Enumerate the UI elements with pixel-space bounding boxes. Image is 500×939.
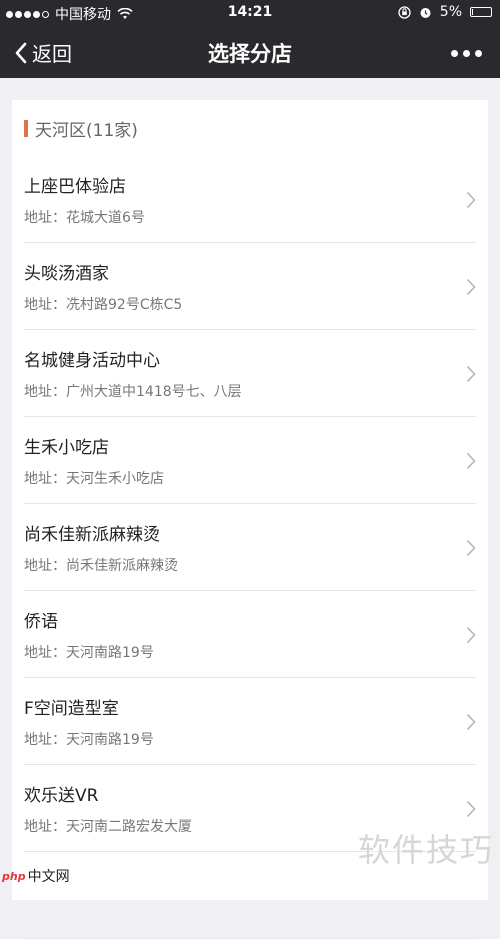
logo-text: 中文网 bbox=[27, 869, 70, 885]
chevron-right-icon bbox=[466, 278, 476, 296]
chevron-right-icon bbox=[466, 713, 476, 731]
chevron-right-icon bbox=[466, 365, 476, 383]
store-list-item[interactable]: 尚禾佳新派麻辣烫地址：尚禾佳新派麻辣烫 bbox=[12, 504, 488, 591]
store-address: 地址：尚禾佳新派麻辣烫 bbox=[24, 558, 178, 574]
store-address: 地址：花城大道6号 bbox=[24, 210, 145, 226]
section-accent-bar bbox=[24, 119, 28, 137]
battery-icon bbox=[470, 7, 492, 17]
store-name: 尚禾佳新派麻辣烫 bbox=[24, 525, 160, 545]
store-list-item[interactable]: 上座巴体验店地址：花城大道6号 bbox=[12, 156, 488, 243]
store-address: 地址：冼村路92号C栋C5 bbox=[24, 297, 183, 313]
store-name: F空间造型室 bbox=[24, 699, 119, 719]
status-right: 5% bbox=[398, 4, 492, 20]
logo-badge: php bbox=[2, 869, 26, 883]
section-title: 天河区(11家) bbox=[35, 120, 138, 141]
store-address: 地址：天河南二路宏发大厦 bbox=[24, 819, 192, 835]
section-header: 天河区(11家) bbox=[12, 100, 488, 156]
battery-percent: 5% bbox=[439, 4, 462, 20]
more-menu-button[interactable] bbox=[451, 50, 482, 57]
chevron-right-icon bbox=[466, 539, 476, 557]
site-logo: php 中文网 bbox=[2, 866, 70, 886]
store-list: 上座巴体验店 地址：花城大道6号 头啖汤酒家 地址：冼村路92号C栋C5 名城健身活动中… bbox=[12, 156, 488, 939]
store-name: 上座巴体验店 bbox=[24, 177, 126, 197]
page-title: 选择分店 bbox=[208, 42, 292, 66]
status-bar: 中国移动 14:21 5% bbox=[0, 0, 500, 26]
store-address: 地址：天河生禾小吃店 bbox=[24, 471, 164, 487]
nav-bar: 返回 选择分店 bbox=[0, 26, 500, 78]
store-list-item[interactable]: 侨语地址：天河南路19号 bbox=[12, 591, 488, 678]
store-address: 地址：天河南路19号 bbox=[24, 732, 154, 748]
store-list-card: 天河区(11家) 上座巴体验店地址：花城大道6号头啖汤酒家地址：冼村路92号C栋… bbox=[12, 100, 488, 939]
store-list-item[interactable]: 头啖汤酒家地址：冼村路92号C栋C5 bbox=[12, 243, 488, 330]
more-icon bbox=[451, 50, 458, 57]
store-address: 地址：广州大道中1418号七、八层 bbox=[24, 384, 242, 400]
store-address: 地址：天河南路19号 bbox=[24, 645, 154, 661]
store-list-item[interactable]: 生禾小吃店地址：天河生禾小吃店 bbox=[12, 417, 488, 504]
store-name: 头啖汤酒家 bbox=[24, 264, 109, 284]
store-name: 侨语 bbox=[24, 612, 58, 632]
chevron-right-icon bbox=[466, 800, 476, 818]
store-name: 欢乐送VR bbox=[24, 786, 99, 806]
chevron-right-icon bbox=[466, 626, 476, 644]
rotation-lock-icon bbox=[398, 5, 411, 19]
chevron-right-icon bbox=[466, 452, 476, 470]
store-list-item[interactable]: F空间造型室地址：天河南路19号 bbox=[12, 678, 488, 765]
store-list-item[interactable]: 名城健身活动中心地址：广州大道中1418号七、八层 bbox=[12, 330, 488, 417]
store-name: 名城健身活动中心 bbox=[24, 351, 160, 371]
alarm-icon bbox=[420, 7, 431, 18]
watermark-text: 软件技巧 bbox=[357, 831, 494, 869]
store-name: 生禾小吃店 bbox=[24, 438, 109, 458]
chevron-right-icon bbox=[466, 191, 476, 209]
